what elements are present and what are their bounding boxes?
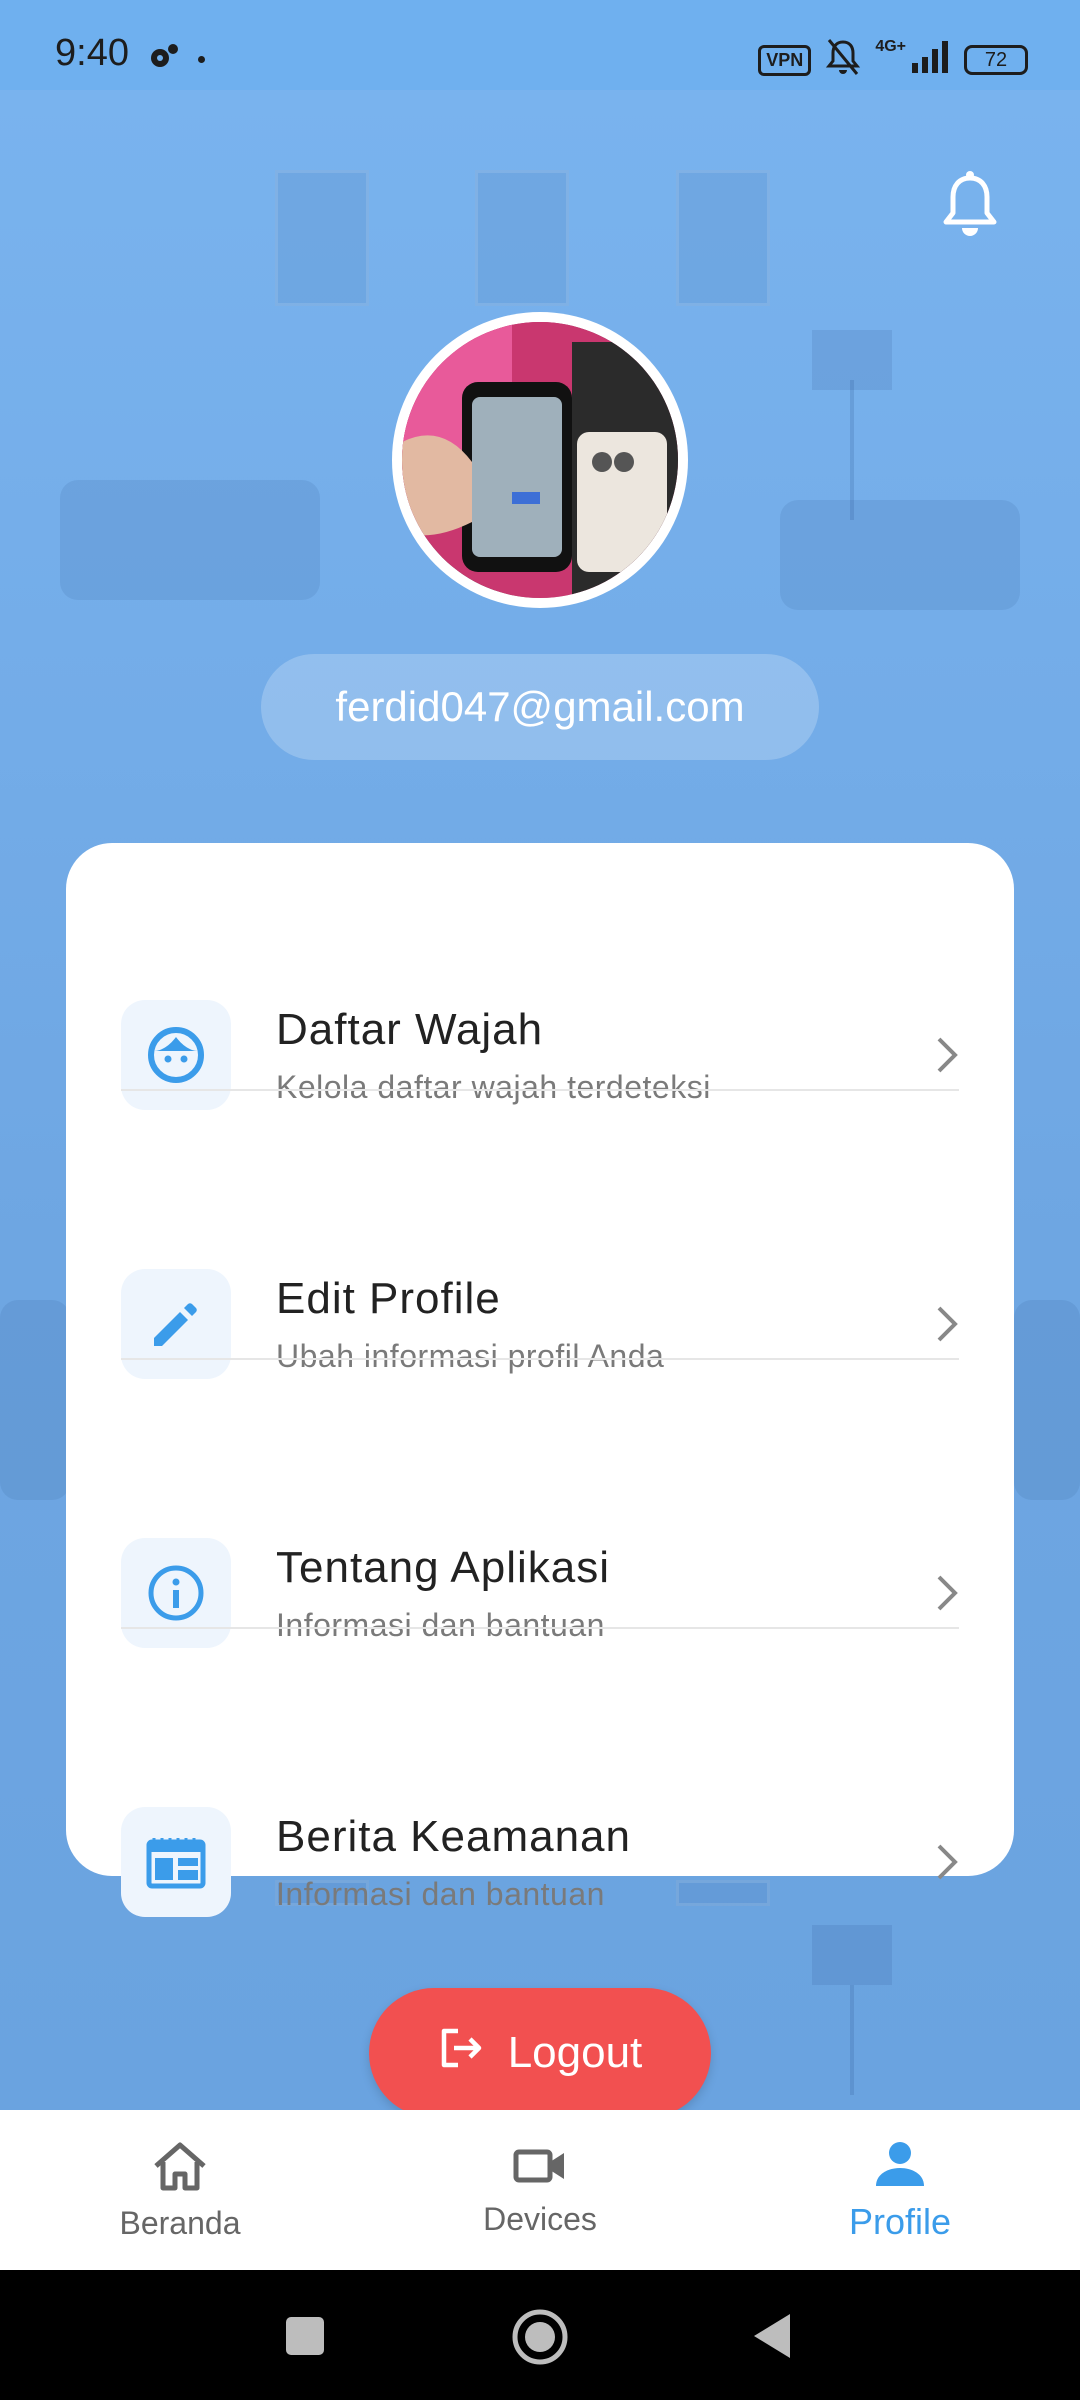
logout-label: Logout — [507, 2028, 643, 2077]
network-type: 4G+ — [875, 38, 906, 55]
bottom-navigation: Beranda Devices Profile — [0, 2110, 1080, 2270]
notification-bell-icon[interactable] — [940, 170, 1000, 240]
nav-profile[interactable]: Profile — [720, 2110, 1080, 2270]
menu-item-tentang-aplikasi[interactable]: Tentang Aplikasi Informasi dan bantuan — [121, 1493, 959, 1693]
menu-item-subtitle: Kelola daftar wajah terdeteksi — [276, 1068, 711, 1105]
home-button[interactable] — [511, 2308, 569, 2371]
news-icon — [121, 1807, 231, 1917]
video-camera-icon — [512, 2144, 568, 2193]
menu-item-title: Berita Keamanan — [276, 1811, 631, 1861]
divider — [121, 1358, 959, 1360]
settings-icon — [146, 42, 180, 77]
pencil-icon — [121, 1269, 231, 1379]
divider — [121, 1627, 959, 1629]
info-icon — [121, 1538, 231, 1648]
chevron-right-icon — [935, 1304, 959, 1349]
menu-item-subtitle: Informasi dan bantuan — [276, 1875, 605, 1912]
menu-item-daftar-wajah[interactable]: Daftar Wajah Kelola daftar wajah terdete… — [121, 955, 959, 1155]
dot-icon — [198, 56, 205, 63]
battery-indicator: 72 — [964, 45, 1028, 75]
menu-item-title: Daftar Wajah — [276, 1004, 544, 1054]
email-badge: ferdid047@gmail.com — [261, 654, 819, 760]
menu-item-subtitle: Informasi dan bantuan — [276, 1606, 605, 1643]
status-time: 9:40 — [55, 32, 129, 74]
logout-button[interactable]: Logout — [369, 1988, 711, 2118]
menu-item-berita-keamanan[interactable]: Berita Keamanan Informasi dan bantuan — [121, 1762, 959, 1962]
chevron-right-icon — [935, 1035, 959, 1080]
logout-icon — [438, 2025, 484, 2082]
nav-label: Profile — [848, 2201, 952, 2242]
face-icon — [121, 1000, 231, 1110]
chevron-right-icon — [935, 1573, 959, 1618]
recents-button[interactable] — [286, 2317, 324, 2355]
muted-bell-icon — [825, 38, 861, 82]
divider — [121, 1089, 959, 1091]
menu-item-title: Edit Profile — [276, 1273, 501, 1323]
system-navigation-bar — [0, 2270, 1080, 2400]
profile-photo — [402, 322, 678, 598]
avatar[interactable] — [392, 312, 688, 608]
nav-devices[interactable]: Devices — [360, 2110, 720, 2270]
menu-item-edit-profile[interactable]: Edit Profile Ubah informasi profil Anda — [121, 1224, 959, 1424]
back-button[interactable] — [750, 2312, 794, 2365]
chevron-right-icon — [935, 1842, 959, 1887]
nav-label: Devices — [483, 2201, 597, 2237]
nav-label: Beranda — [119, 2205, 241, 2241]
home-icon — [152, 2140, 208, 2197]
status-bar: 9:40 VPN 4G+ 72 — [0, 0, 1080, 90]
person-icon — [874, 2140, 926, 2193]
vpn-badge: VPN — [758, 44, 812, 76]
nav-beranda[interactable]: Beranda — [0, 2110, 360, 2270]
menu-item-title: Tentang Aplikasi — [276, 1542, 610, 1592]
menu-card: Daftar Wajah Kelola daftar wajah terdete… — [66, 843, 1014, 1917]
signal-icon — [912, 41, 950, 79]
menu-item-subtitle: Ubah informasi profil Anda — [276, 1337, 665, 1374]
